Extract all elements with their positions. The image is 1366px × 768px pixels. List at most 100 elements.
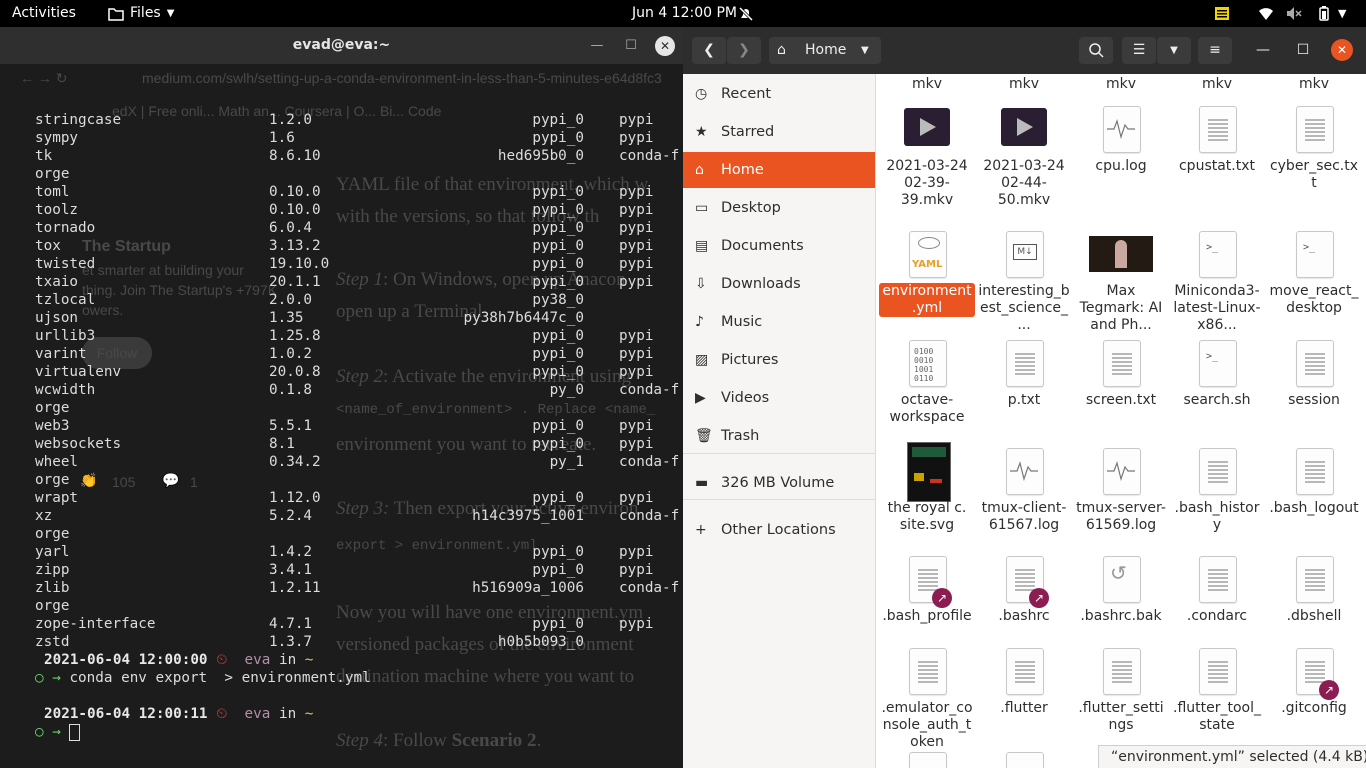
search-button[interactable] bbox=[1079, 37, 1113, 64]
file-item[interactable]: .flutter_tool_state bbox=[1169, 644, 1265, 744]
file-item[interactable]: tmux-server-61569.log bbox=[1073, 444, 1169, 544]
sidebar-item-326-mb-volume[interactable]: ▬ 326 MB Volume bbox=[683, 465, 875, 501]
file-item[interactable]: >_ Miniconda3-latest-Linux-x86... bbox=[1169, 227, 1265, 333]
file-label-partial[interactable]: mkv bbox=[1266, 76, 1362, 93]
file-item[interactable]: p.txt bbox=[976, 336, 1072, 436]
file-item[interactable]: session bbox=[1266, 336, 1362, 436]
file-item[interactable]: Max Tegmark: AI and Ph... bbox=[1073, 227, 1169, 333]
file-item[interactable]: 2021-03-24 02-39-39.mkv bbox=[879, 102, 975, 208]
prompt-header: 2021-06-04 12:00:11 ⏲ eva in ~ bbox=[44, 705, 313, 723]
file-item[interactable]: .flutter_settings bbox=[1073, 644, 1169, 744]
text-file-icon bbox=[1006, 752, 1044, 768]
package-version: 20.1.1 bbox=[269, 274, 321, 290]
file-item[interactable]: ↺ .bashrc.bak bbox=[1073, 552, 1169, 652]
close-icon[interactable]: ✕ bbox=[655, 36, 675, 56]
view-options-button[interactable]: ▼ bbox=[1157, 37, 1191, 64]
file-item[interactable]: tmux-client-61567.log bbox=[976, 444, 1072, 544]
file-item[interactable]: YAML environment.yml bbox=[879, 227, 975, 327]
chevron-down-icon: ▼ bbox=[166, 8, 175, 19]
package-build: pypi_0 bbox=[532, 202, 584, 218]
svg-thumbnail-icon bbox=[907, 442, 951, 502]
sidebar-item-starred[interactable]: ★ Starred bbox=[683, 114, 875, 150]
plus-icon: + bbox=[695, 522, 707, 538]
package-channel: pypi bbox=[619, 616, 654, 632]
package-channel: pypi bbox=[619, 238, 654, 254]
wifi-icon[interactable] bbox=[1258, 6, 1274, 21]
file-label-partial[interactable]: mkv bbox=[1169, 76, 1265, 93]
terminal-window[interactable]: ← → ↻ medium.com/swlh/setting-up-a-conda… bbox=[0, 27, 683, 768]
sidebar-item-label: Home bbox=[721, 162, 764, 178]
file-item[interactable]: M↓ interesting_best_science_... bbox=[976, 227, 1072, 333]
command-line[interactable]: ○ → conda env export > environment.yml bbox=[35, 669, 371, 687]
battery-icon[interactable] bbox=[1316, 6, 1332, 21]
file-item[interactable]: .emulator_console_auth_token bbox=[879, 644, 975, 750]
forward-button[interactable]: ❯ bbox=[727, 37, 761, 64]
text-file-icon bbox=[1296, 106, 1334, 153]
terminal-package-row: xz 5.2.4 h14c3975_1001 conda-f bbox=[35, 507, 679, 525]
file-item[interactable]: >_ search.sh bbox=[1169, 336, 1265, 436]
text-file-icon bbox=[1103, 648, 1141, 695]
sidebar-item-recent[interactable]: ◷ Recent bbox=[683, 76, 875, 112]
sidebar-item-documents[interactable]: ▤ Documents bbox=[683, 228, 875, 264]
package-version: 1.4.2 bbox=[269, 544, 313, 560]
minimize-icon[interactable]: — bbox=[1253, 37, 1273, 64]
file-item[interactable]: cpustat.txt bbox=[1169, 102, 1265, 202]
file-item[interactable]: .dbshell bbox=[1266, 552, 1362, 652]
volume-muted-icon[interactable] bbox=[1286, 6, 1302, 21]
package-channel: conda-f bbox=[619, 382, 680, 398]
file-item[interactable]: 2021-03-24 02-44-50.mkv bbox=[976, 102, 1072, 208]
app-menu[interactable]: Files ▼ bbox=[108, 0, 174, 27]
prompt-header: 2021-06-04 12:00:00 ⏲ eva in ~ bbox=[44, 651, 313, 669]
activities-button[interactable]: Activities bbox=[12, 0, 76, 27]
package-version: 6.0.4 bbox=[269, 220, 313, 236]
notes-icon[interactable] bbox=[1214, 6, 1230, 21]
file-item[interactable]: screen.txt bbox=[1073, 336, 1169, 436]
command-input[interactable]: ○ → bbox=[35, 723, 81, 741]
file-item[interactable]: ↗ .bashrc bbox=[976, 552, 1072, 652]
file-label-partial[interactable]: mkv bbox=[879, 76, 975, 93]
sidebar-item-desktop[interactable]: ▭ Desktop bbox=[683, 190, 875, 226]
package-version: 1.6 bbox=[269, 130, 295, 146]
text-file-icon bbox=[909, 648, 947, 695]
file-item[interactable]: ↗ .bash_profile bbox=[879, 552, 975, 652]
sidebar-item-videos[interactable]: ▶ Videos bbox=[683, 380, 875, 416]
file-item[interactable]: .bash_logout bbox=[1266, 444, 1362, 544]
sidebar-item-home[interactable]: ⌂ Home bbox=[683, 152, 875, 188]
file-item[interactable]: ↗ .gitconfig bbox=[1266, 644, 1362, 744]
package-name: tox bbox=[35, 238, 61, 254]
menu-button[interactable]: ≡ bbox=[1198, 37, 1232, 64]
sidebar-item-music[interactable]: ♪ Music bbox=[683, 304, 875, 340]
clock[interactable]: Jun 4 12:00 PM bbox=[632, 0, 737, 27]
sidebar-item-pictures[interactable]: ▨ Pictures bbox=[683, 342, 875, 378]
sidebar-item-trash[interactable]: 🗑 Trash bbox=[683, 418, 875, 454]
minimize-icon[interactable]: — bbox=[587, 36, 607, 56]
location-bar[interactable]: ⌂ Home ▼ bbox=[769, 37, 881, 64]
notifications-muted-icon[interactable] bbox=[738, 6, 754, 21]
file-item[interactable]: cpu.log bbox=[1073, 102, 1169, 202]
package-version: 3.4.1 bbox=[269, 562, 313, 578]
file-item[interactable]: .bash_history bbox=[1169, 444, 1265, 544]
close-icon[interactable]: ✕ bbox=[1331, 39, 1353, 61]
file-item[interactable]: .flutter bbox=[976, 644, 1072, 744]
file-item[interactable]: cyber_sec.txt bbox=[1266, 102, 1362, 202]
list-view-button[interactable]: ☰ bbox=[1122, 37, 1156, 64]
package-channel: pypi bbox=[619, 328, 654, 344]
terminal-titlebar[interactable]: evad@eva:~ bbox=[0, 27, 683, 64]
package-name: zlib bbox=[35, 580, 70, 596]
file-item[interactable]: .condarc bbox=[1169, 552, 1265, 652]
file-manager-window[interactable]: ❮ ❯ ⌂ Home ▼ ☰ ▼ ≡ — ☐ ✕ ◷ Recent ★ Starred… bbox=[683, 27, 1366, 768]
terminal-package-row: web3 5.5.1 pypi_0 pypi bbox=[35, 417, 653, 435]
file-item[interactable]: >_ move_react_desktop bbox=[1266, 227, 1362, 327]
sidebar-item-downloads[interactable]: ⇩ Downloads bbox=[683, 266, 875, 302]
file-item[interactable]: the royal c. site.svg bbox=[879, 442, 975, 544]
file-item[interactable]: 0100 0010 1001 0110 octave-workspace bbox=[879, 336, 975, 436]
back-button[interactable]: ❮ bbox=[692, 37, 726, 64]
prompt-arrow: ○ → bbox=[35, 670, 61, 686]
file-label-partial[interactable]: mkv bbox=[1073, 76, 1169, 93]
maximize-icon[interactable]: ☐ bbox=[1293, 37, 1313, 64]
sidebar-item-other-locations[interactable]: + Other Locations bbox=[683, 512, 875, 548]
file-label-partial[interactable]: mkv bbox=[976, 76, 1072, 93]
maximize-icon[interactable]: ☐ bbox=[621, 36, 641, 56]
package-version: 4.7.1 bbox=[269, 616, 313, 632]
power-menu-chevron-icon[interactable]: ▼ bbox=[1338, 0, 1346, 27]
